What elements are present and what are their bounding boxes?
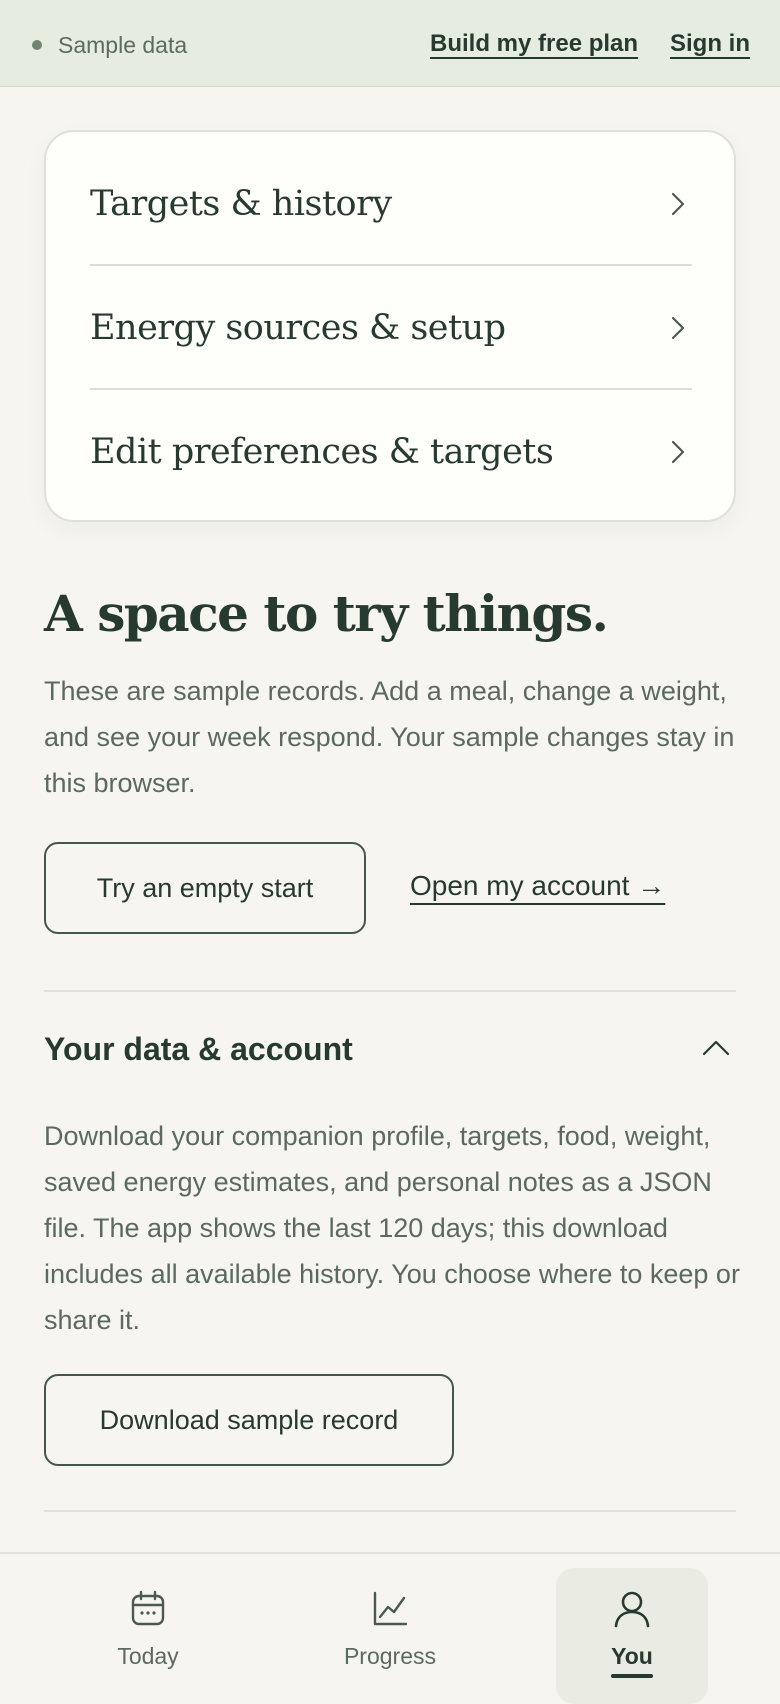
- settings-menu-card: Targets & history Energy sources & setup…: [44, 130, 736, 522]
- chevron-up-icon[interactable]: [700, 1032, 732, 1064]
- bottom-navigation: Today Progress You: [0, 1552, 780, 1704]
- section-divider: [44, 1510, 736, 1512]
- chart-icon: [373, 1591, 408, 1626]
- nav-tab-today[interactable]: Today: [73, 1568, 223, 1704]
- nav-tab-progress[interactable]: Progress: [315, 1568, 465, 1704]
- hero-description: These are sample records. Add a meal, ch…: [44, 676, 735, 798]
- build-plan-link[interactable]: Build my free plan: [430, 28, 638, 60]
- menu-item-label: Targets & history: [90, 184, 392, 224]
- menu-item-targets-history[interactable]: Targets & history: [90, 142, 692, 266]
- open-account-link[interactable]: Open my account →: [410, 866, 665, 906]
- chevron-right-icon: [671, 192, 685, 216]
- hero-title: A space to try things.: [44, 584, 609, 643]
- chevron-right-icon: [671, 316, 685, 340]
- status-dot-icon: [32, 40, 42, 50]
- menu-item-edit-preferences[interactable]: Edit preferences & targets: [90, 390, 692, 514]
- try-empty-start-button[interactable]: Try an empty start: [44, 842, 366, 934]
- nav-label: You: [611, 1643, 653, 1669]
- nav-label: Today: [117, 1643, 179, 1669]
- chevron-right-icon: [671, 440, 685, 464]
- top-bar: Sample data Build my free plan Sign in: [0, 0, 780, 87]
- calendar-icon: [131, 1590, 165, 1626]
- data-account-description: Download your companion profile, targets…: [44, 1121, 740, 1335]
- sign-in-link[interactable]: Sign in: [670, 28, 750, 60]
- user-icon: [614, 1591, 650, 1628]
- active-tab-indicator: [611, 1674, 653, 1678]
- sample-data-label: Sample data: [58, 32, 188, 58]
- nav-tab-you[interactable]: You: [556, 1568, 708, 1704]
- section-divider: [44, 990, 736, 992]
- menu-item-energy-sources[interactable]: Energy sources & setup: [90, 266, 692, 390]
- menu-item-label: Edit preferences & targets: [90, 432, 554, 472]
- menu-item-label: Energy sources & setup: [90, 308, 506, 348]
- nav-label: Progress: [343, 1643, 437, 1669]
- download-sample-record-button[interactable]: Download sample record: [44, 1374, 454, 1466]
- data-account-section-title[interactable]: Your data & account: [44, 1028, 353, 1070]
